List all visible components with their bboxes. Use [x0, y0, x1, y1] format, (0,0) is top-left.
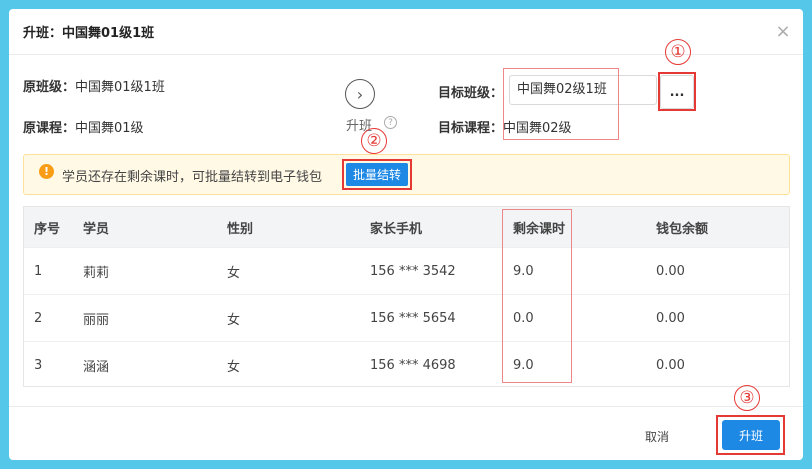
cell-phone: 156 *** 3542	[370, 263, 456, 279]
cancel-button[interactable]: 取消	[645, 428, 669, 445]
warning-icon: !	[39, 164, 54, 179]
original-class-label: 原班级：	[23, 80, 76, 95]
original-class-row: 原班级：中国舞01级1班	[23, 76, 165, 95]
cell-wallet-balance: 0.00	[656, 310, 685, 326]
cell-student: 涵涵	[83, 359, 110, 375]
table-header: 序号 学员 性别 家长手机 剩余课时 钱包余额	[24, 207, 789, 247]
header-index: 序号	[34, 221, 61, 237]
cell-phone: 156 *** 4698	[370, 357, 456, 373]
cell-gender: 女	[227, 265, 241, 281]
original-course-value: 中国舞01级	[75, 121, 144, 136]
annotation-box-3	[716, 415, 785, 455]
annotation-number-3: ③	[734, 385, 760, 411]
cell-phone: 156 *** 5654	[370, 310, 456, 326]
table-row[interactable]: 3 涵涵 女 156 *** 4698 9.0 0.00	[24, 341, 789, 388]
original-course-label: 原课程：	[23, 121, 76, 136]
alert-text: 学员还存在剩余课时，可批量结转到电子钱包	[62, 170, 323, 185]
cell-student: 丽丽	[83, 312, 110, 328]
header-wallet-balance: 钱包余额	[656, 221, 709, 237]
target-class-label-row: 目标班级：	[438, 82, 503, 101]
header-student: 学员	[83, 221, 110, 237]
annotation-number-1: ①	[665, 39, 691, 65]
dialog-title: 升班：中国舞01级1班	[23, 26, 155, 41]
cell-wallet-balance: 0.00	[656, 357, 685, 373]
cell-index: 2	[34, 310, 43, 326]
cell-wallet-balance: 0.00	[656, 263, 685, 279]
header-gender: 性别	[227, 221, 254, 237]
target-class-label: 目标班级：	[438, 86, 504, 101]
annotation-box-1	[658, 72, 696, 111]
table-row[interactable]: 1 莉莉 女 156 *** 3542 9.0 0.00	[24, 247, 789, 294]
cell-gender: 女	[227, 359, 241, 375]
annotation-box-target	[503, 68, 619, 140]
header-parent-phone: 家长手机	[370, 221, 423, 237]
chevron-right-icon[interactable]: ›	[345, 79, 375, 109]
annotation-box-remaining-hours	[502, 209, 572, 383]
table-row[interactable]: 2 丽丽 女 156 *** 5654 0.0 0.00	[24, 294, 789, 341]
annotation-number-2: ②	[361, 128, 387, 154]
original-course-row: 原课程：中国舞01级	[23, 117, 144, 136]
original-class-value: 中国舞01级1班	[75, 80, 165, 95]
cell-student: 莉莉	[83, 265, 110, 281]
cell-index: 1	[34, 263, 43, 279]
help-icon[interactable]: ?	[384, 116, 397, 129]
cell-gender: 女	[227, 312, 241, 328]
student-table: 序号 学员 性别 家长手机 剩余课时 钱包余额 1 莉莉 女 156 *** 3…	[23, 206, 790, 387]
target-course-label: 目标课程：	[438, 121, 504, 136]
close-icon[interactable]: ×	[775, 23, 791, 41]
annotation-box-2	[342, 159, 412, 190]
upgrade-class-dialog: 升班：中国舞01级1班 × 原班级：中国舞01级1班 原课程：中国舞01级 › …	[9, 9, 803, 460]
cell-index: 3	[34, 357, 43, 373]
dialog-footer: 取消 升班	[9, 406, 803, 460]
